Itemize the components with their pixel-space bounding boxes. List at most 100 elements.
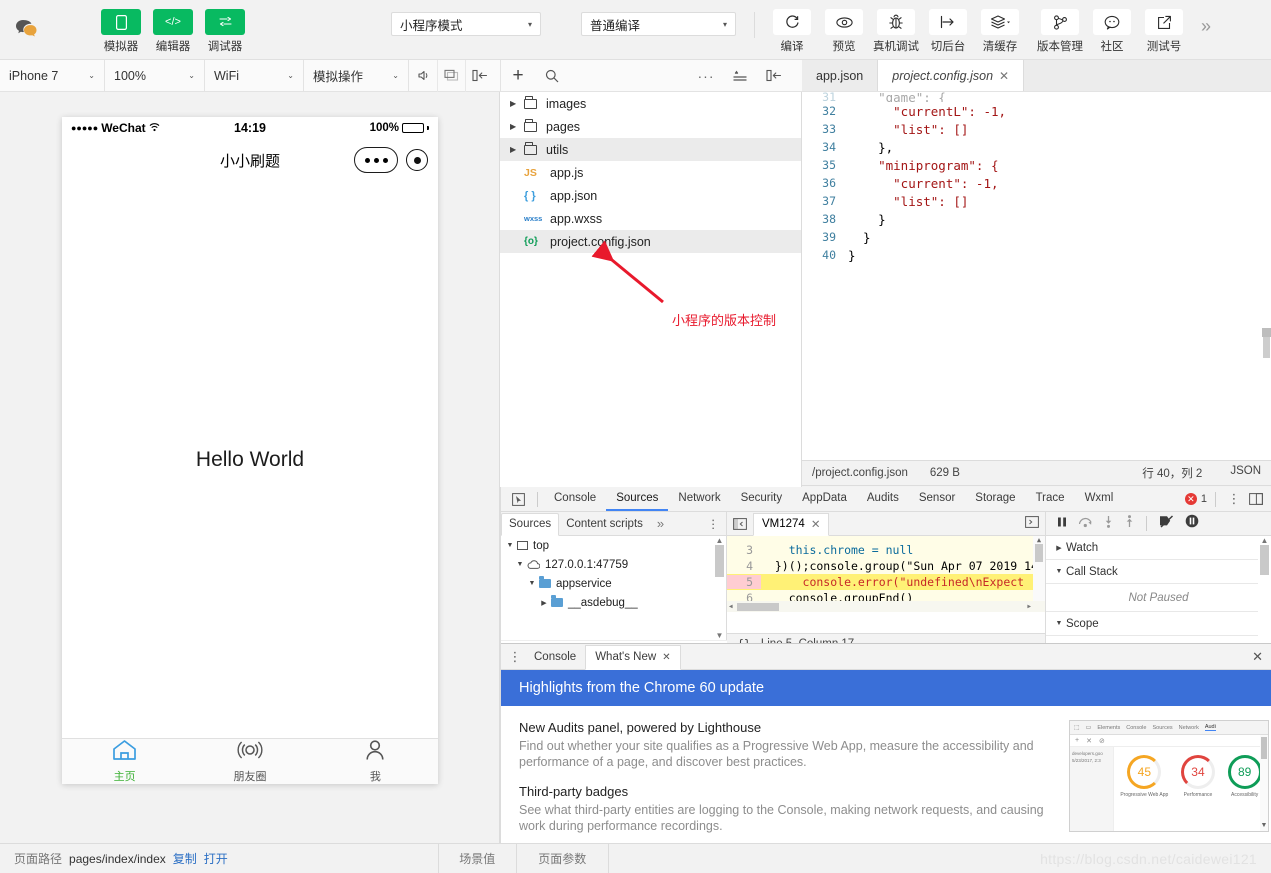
step-into-icon[interactable] (1103, 515, 1114, 533)
collapse-list-icon[interactable] (723, 60, 757, 92)
close-icon[interactable]: ✕ (662, 652, 670, 663)
toolbar-realdevice-debug-button[interactable]: 真机调试 (873, 9, 919, 54)
devtools-tab-sources[interactable]: Sources (606, 487, 669, 511)
sources-tree-vscrollbar[interactable]: ▲ ▼ (713, 536, 726, 640)
chevron-right-icon[interactable]: ▶ (510, 145, 524, 154)
sources-subtab-overflow-icon[interactable]: » (650, 512, 671, 535)
sources-tree-row-asdebug[interactable]: ▶ __asdebug__ (501, 593, 726, 612)
panel-collapse-icon[interactable] (757, 60, 791, 92)
debugger-section-call-stack[interactable]: ▼ Call Stack (1046, 560, 1271, 584)
page-params-button[interactable]: 页面参数 (517, 843, 609, 873)
network-select[interactable]: WiFi ⌄ (205, 59, 304, 92)
devtools-tab-audits[interactable]: Audits (857, 487, 909, 511)
toolbar-preview-button[interactable]: 预览 (821, 9, 867, 54)
file-row-utils[interactable]: ▶ utils (500, 138, 801, 161)
chevron-down-icon[interactable]: ▼ (503, 542, 517, 549)
toolbar-simulator-button[interactable]: 模拟器 (100, 9, 142, 54)
sources-subtab-content-scripts[interactable]: Content scripts (559, 512, 650, 535)
debugger-sidebar-scrollbar[interactable]: ▲ ▼ (1258, 536, 1271, 654)
error-badge[interactable]: ✕ 1 (1184, 493, 1207, 505)
zoom-select[interactable]: 100% ⌄ (105, 59, 205, 92)
pause-icon[interactable] (1056, 515, 1068, 533)
file-row-pages[interactable]: ▶ pages (500, 115, 801, 138)
panel-toggle-icon[interactable] (465, 59, 493, 92)
device-select[interactable]: iPhone 7 ⌄ (0, 59, 105, 92)
toolbar-version-control-button[interactable]: 版本管理 (1037, 9, 1083, 54)
toolbar-compile-button[interactable]: 编译 (769, 9, 815, 54)
editor-scrollbar[interactable] (1262, 92, 1271, 460)
editor-language[interactable]: JSON (1230, 465, 1261, 481)
screen-rotate-icon[interactable] (437, 59, 465, 92)
editor-tab-project-config-json[interactable]: project.config.json ✕ (878, 60, 1025, 91)
search-icon[interactable] (535, 60, 569, 92)
drawer-tab-console[interactable]: Console (525, 644, 585, 669)
show-navigator-icon[interactable] (727, 512, 753, 535)
toolbar-editor-button[interactable]: </> 编辑器 (152, 9, 194, 54)
gesture-select[interactable]: 模拟操作 ⌄ (304, 59, 409, 92)
phone-tab-moments[interactable]: 朋友圈 (187, 739, 312, 784)
devtools-tab-appdata[interactable]: AppData (792, 487, 857, 511)
sources-navigator-kebab-icon[interactable]: ⋮ (701, 512, 727, 535)
debugger-section-scope[interactable]: ▼ Scope (1046, 612, 1271, 636)
debugger-section-watch[interactable]: ▶ Watch (1046, 536, 1271, 560)
chevron-right-icon[interactable]: ▶ (537, 599, 551, 607)
sources-code-area[interactable]: 3 this.chrome = null 4 })();console.grou… (727, 536, 1045, 612)
devtools-tab-sensor[interactable]: Sensor (909, 487, 965, 511)
sources-tree-row-top[interactable]: ▼ top (501, 536, 726, 555)
sources-show-debugger-icon[interactable] (1025, 515, 1045, 533)
devtools-tab-wxml[interactable]: Wxml (1075, 487, 1124, 511)
step-out-icon[interactable] (1124, 514, 1135, 533)
deactivate-breakpoints-icon[interactable] (1158, 514, 1175, 533)
close-icon[interactable]: ✕ (999, 69, 1009, 83)
scene-value-button[interactable]: 场景值 (439, 843, 517, 873)
sources-file-tab-vm1274[interactable]: VM1274 ✕ (753, 512, 830, 536)
inspect-cursor-icon[interactable] (505, 487, 531, 511)
panel-resize-handle[interactable] (1262, 328, 1271, 337)
devtools-kebab-icon[interactable]: ⋮ (1224, 489, 1244, 509)
chevron-down-icon[interactable]: ▼ (525, 580, 539, 587)
explorer-more-icon[interactable]: ··· (689, 60, 723, 92)
code-editor[interactable]: 31 "game": { 32 "currentL": -1, 33 "list… (802, 92, 1271, 460)
sources-code-hscrollbar[interactable]: ◀ ▶ (727, 601, 1045, 612)
more-dots-icon[interactable] (354, 147, 398, 173)
toolbar-clearcache-button[interactable]: 清缓存 (977, 9, 1023, 54)
toolbar-debugger-button[interactable]: 调试器 (204, 9, 246, 54)
sources-subtab-sources[interactable]: Sources (501, 512, 560, 536)
file-row-images[interactable]: ▶ images (500, 92, 801, 115)
copy-path-button[interactable]: 复制 (173, 850, 197, 867)
sources-tree-row-appservice[interactable]: ▼ appservice (501, 574, 726, 593)
devtools-tab-security[interactable]: Security (731, 487, 793, 511)
toolbar-community-button[interactable]: 社区 (1089, 9, 1135, 54)
dock-panel-icon[interactable] (1246, 489, 1266, 509)
compile-type-select[interactable]: 普通编译 ▾ (581, 12, 736, 36)
step-over-icon[interactable] (1078, 515, 1093, 533)
phone-tab-home[interactable]: 主页 (62, 739, 187, 784)
pause-on-exceptions-icon[interactable] (1185, 514, 1199, 533)
devtools-tab-console[interactable]: Console (544, 487, 606, 511)
chevron-right-icon[interactable]: ▶ (510, 122, 524, 131)
file-row-project-config-json[interactable]: {o} project.config.json (500, 230, 801, 253)
file-row-app-json[interactable]: { } app.json (500, 184, 801, 207)
compile-mode-select[interactable]: 小程序模式 ▾ (391, 12, 541, 36)
chevron-down-icon[interactable]: ▼ (513, 561, 527, 568)
toolbar-background-button[interactable]: 切后台 (925, 9, 971, 54)
file-row-app-wxss[interactable]: wxss app.wxss (500, 207, 801, 230)
devtools-tab-storage[interactable]: Storage (965, 487, 1025, 511)
speaker-icon[interactable] (409, 60, 437, 92)
devtools-tab-trace[interactable]: Trace (1026, 487, 1075, 511)
chevron-right-icon[interactable]: ▶ (510, 99, 524, 108)
drawer-close-icon[interactable]: ✕ (1252, 649, 1271, 665)
add-file-icon[interactable]: + (501, 60, 535, 92)
devtools-tab-network[interactable]: Network (668, 487, 730, 511)
open-path-button[interactable]: 打开 (204, 850, 228, 867)
editor-tab-app-json[interactable]: app.json (802, 60, 879, 91)
file-row-app-js[interactable]: JS app.js (500, 161, 801, 184)
toolbar-overflow-icon[interactable]: » (1201, 16, 1211, 37)
drawer-kebab-icon[interactable]: ⋮ (505, 647, 525, 667)
drawer-tab-whats-new[interactable]: What's New ✕ (585, 644, 681, 670)
phone-tab-me[interactable]: 我 (313, 739, 438, 784)
target-circle-icon[interactable] (406, 149, 428, 171)
toolbar-test-account-button[interactable]: 测试号 (1141, 9, 1187, 54)
close-icon[interactable]: ✕ (811, 517, 821, 531)
sources-tree-row-host[interactable]: ▼ 127.0.0.1:47759 (501, 555, 726, 574)
